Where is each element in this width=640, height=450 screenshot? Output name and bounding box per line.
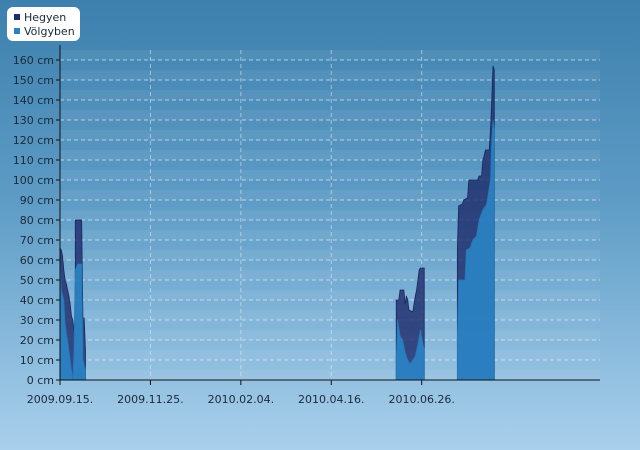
y-tick-label: 0 cm: [27, 374, 54, 387]
plot-band: [60, 70, 600, 80]
y-tick-label: 60 cm: [20, 254, 54, 267]
plot-band: [60, 90, 600, 100]
y-tick-label: 90 cm: [20, 194, 54, 207]
y-tick-label: 130 cm: [13, 114, 54, 127]
legend-swatch-volgyben: [14, 28, 20, 34]
x-tick-label: 2010.04.16.: [298, 393, 364, 406]
plot-band: [60, 130, 600, 140]
plot-band: [60, 250, 600, 260]
y-tick-label: 110 cm: [13, 154, 54, 167]
plot-band: [60, 370, 600, 380]
chart-root: 0 cm 10 cm 20 cm 30 cm 40 cm 50 cm 60 cm 70 cm 8…: [0, 0, 640, 450]
plot-band: [60, 150, 600, 160]
y-tick-label: 30 cm: [20, 314, 54, 327]
legend-swatch-hegyen: [14, 14, 20, 20]
plot-band: [60, 310, 600, 320]
x-tick-label: 2009.11.25.: [117, 393, 183, 406]
plot-band: [60, 350, 600, 360]
y-tick-label: 20 cm: [20, 334, 54, 347]
plot-band: [60, 190, 600, 200]
y-tick-label: 50 cm: [20, 274, 54, 287]
plot-band: [60, 110, 600, 120]
y-tick-label: 120 cm: [13, 134, 54, 147]
legend-item-volgyben[interactable]: Völgyben: [14, 24, 80, 38]
chart-svg: 0 cm 10 cm 20 cm 30 cm 40 cm 50 cm 60 cm 70 cm 8…: [13, 45, 600, 406]
y-tick-label: 150 cm: [13, 74, 54, 87]
plot-band: [60, 330, 600, 340]
x-tick-labels: 2009.09.15. 2009.11.25. 2010.02.04. 2010.04…: [27, 393, 455, 406]
x-tick-label: 2009.09.15.: [27, 393, 93, 406]
legend-item-hegyen[interactable]: Hegyen: [14, 10, 80, 24]
plot-band: [60, 270, 600, 280]
y-tick-labels: 0 cm 10 cm 20 cm 30 cm 40 cm 50 cm 60 cm 70 cm 8…: [13, 54, 54, 387]
y-tick-label: 140 cm: [13, 94, 54, 107]
y-tick-label: 10 cm: [20, 354, 54, 367]
plot-band: [60, 230, 600, 240]
legend-label-hegyen: Hegyen: [24, 10, 67, 24]
plot-band: [60, 290, 600, 300]
plot-band: [60, 170, 600, 180]
y-tick-label: 160 cm: [13, 54, 54, 67]
y-tick-label: 80 cm: [20, 214, 54, 227]
legend-label-volgyben: Völgyben: [24, 24, 75, 38]
x-tick-label: 2010.06.26.: [388, 393, 454, 406]
y-tick-label: 100 cm: [13, 174, 54, 187]
y-tick-label: 40 cm: [20, 294, 54, 307]
plot-band: [60, 50, 600, 60]
y-tick-label: 70 cm: [20, 234, 54, 247]
x-tick-label: 2010.02.04.: [208, 393, 274, 406]
plot-band: [60, 210, 600, 220]
legend: Hegyen Völgyben: [7, 7, 80, 41]
